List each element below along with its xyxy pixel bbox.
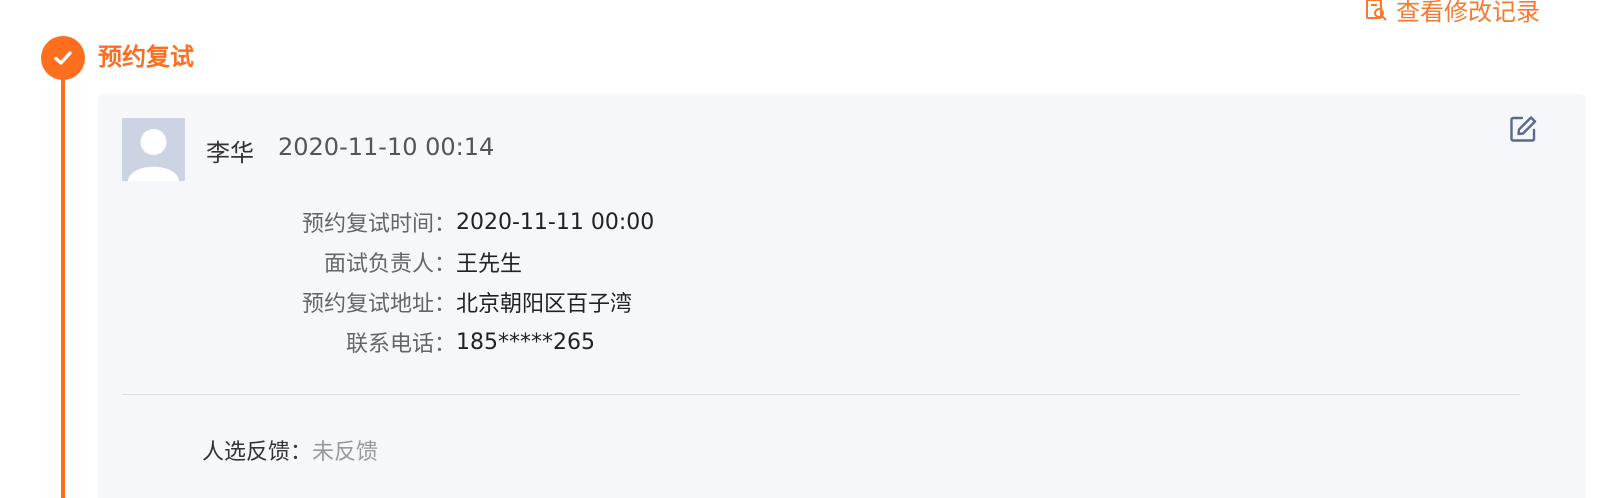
detail-value: 2020-11-11 00:00 bbox=[456, 209, 655, 235]
candidate-feedback: 人选反馈：未反馈 bbox=[202, 434, 378, 466]
detail-label: 预约复试时间： bbox=[301, 212, 456, 237]
detail-row-interviewer: 面试负责人： 王先生 bbox=[218, 242, 654, 282]
avatar-icon bbox=[122, 118, 185, 181]
history-icon bbox=[1364, 0, 1388, 22]
detail-value: 王先生 bbox=[456, 252, 523, 277]
record-card: 李华 2020-11-10 00:14 预约复试时间： 2020-11-11 0… bbox=[98, 94, 1586, 498]
detail-value: 北京朝阳区百子湾 bbox=[456, 292, 633, 317]
detail-value: 185*****265 bbox=[456, 329, 595, 355]
detail-label: 面试负责人： bbox=[323, 252, 456, 277]
detail-list: 预约复试时间： 2020-11-11 00:00 面试负责人： 王先生 预约复试… bbox=[218, 202, 654, 362]
view-history-label: 查看修改记录 bbox=[1396, 0, 1540, 26]
author-name: 李华 bbox=[206, 139, 254, 167]
page: 查看修改记录 预约复试 李华 2020-11-10 00:14 预约复试时间： … bbox=[0, 0, 1612, 498]
step-status-dot bbox=[41, 36, 85, 80]
detail-label: 预约复试地址： bbox=[301, 292, 456, 317]
edit-button[interactable] bbox=[1508, 114, 1538, 144]
feedback-status: 未反馈 bbox=[312, 440, 379, 465]
view-history-link[interactable]: 查看修改记录 bbox=[1364, 0, 1540, 27]
feedback-label: 人选反馈： bbox=[202, 440, 313, 465]
divider bbox=[122, 394, 1520, 395]
record-timestamp: 2020-11-10 00:14 bbox=[278, 133, 495, 161]
detail-label: 联系电话： bbox=[345, 332, 456, 357]
edit-icon bbox=[1510, 116, 1537, 142]
detail-row-phone: 联系电话： 185*****265 bbox=[218, 322, 654, 362]
detail-row-address: 预约复试地址： 北京朝阳区百子湾 bbox=[218, 282, 654, 322]
detail-row-retest-time: 预约复试时间： 2020-11-11 00:00 bbox=[218, 202, 654, 242]
check-icon bbox=[54, 51, 72, 65]
avatar bbox=[122, 118, 185, 181]
timeline-line bbox=[61, 58, 65, 498]
step-title: 预约复试 bbox=[98, 43, 194, 71]
